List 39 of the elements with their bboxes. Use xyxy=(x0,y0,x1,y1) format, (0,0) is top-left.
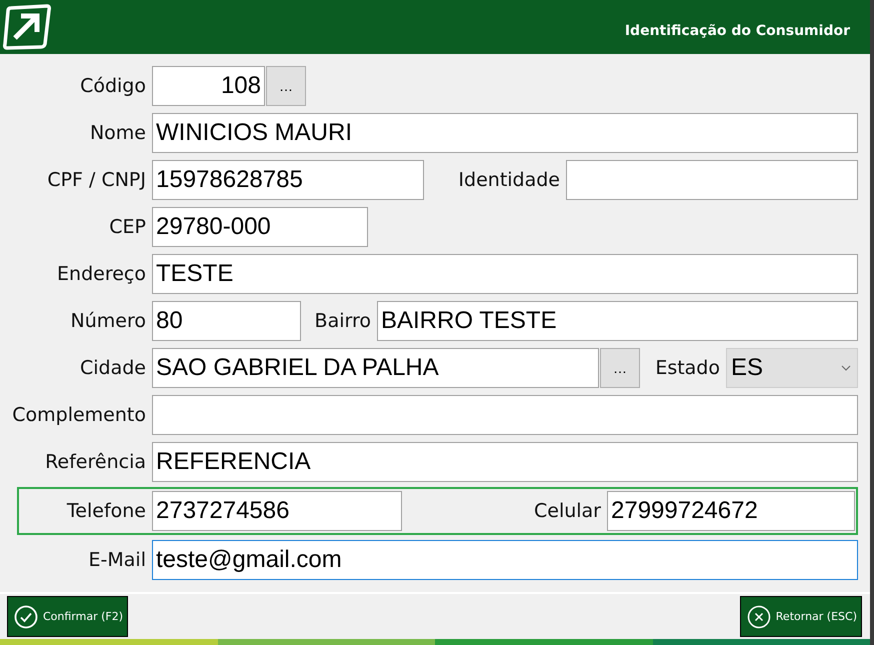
field-label: Estado xyxy=(654,357,721,379)
field-label: Código xyxy=(79,75,147,97)
return-button[interactable]: Retornar (ESC) xyxy=(740,596,862,637)
field-label: Celular xyxy=(532,500,602,522)
lookup-button[interactable]: … xyxy=(266,66,306,106)
telefone-field[interactable]: 2737274586 xyxy=(152,491,402,531)
numero-field[interactable]: 80 xyxy=(152,301,301,341)
state-dropdown[interactable]: ES xyxy=(726,348,858,388)
referencia-field[interactable]: REFERENCIA xyxy=(152,442,858,482)
field-label: Bairro xyxy=(314,310,372,332)
field-label: Cidade xyxy=(79,357,147,379)
field-label: Nome xyxy=(88,122,147,144)
arrow-logo-icon xyxy=(3,4,53,50)
check-circle-icon xyxy=(14,604,38,628)
email-field[interactable]: teste@gmail.com xyxy=(152,540,858,580)
complemento-field[interactable] xyxy=(152,395,858,435)
window-title: Identificação do Consumidor xyxy=(624,23,850,39)
field-label: E-Mail xyxy=(88,549,147,571)
field-label: Telefone xyxy=(66,500,147,522)
cep-field[interactable]: 29780-000 xyxy=(152,207,368,247)
field-label: CEP xyxy=(108,216,147,238)
lookup-button[interactable]: … xyxy=(600,348,640,388)
identidade-field[interactable] xyxy=(566,160,858,200)
caret-icon xyxy=(841,365,851,371)
field-label: Identidade xyxy=(457,169,561,191)
endereco-field[interactable]: TESTE xyxy=(152,254,858,294)
bairro-field[interactable]: BAIRRO TESTE xyxy=(377,301,858,341)
nome-field[interactable]: WINICIOS MAURI xyxy=(152,113,858,153)
code-field[interactable]: 108 xyxy=(152,66,265,106)
field-label: Complemento xyxy=(11,404,147,426)
city-field[interactable]: SAO GABRIEL DA PALHA xyxy=(152,348,599,388)
close-circle-icon xyxy=(746,604,771,628)
confirm-button[interactable]: Confirmar (F2) xyxy=(7,596,128,637)
field-label: Número xyxy=(70,310,147,332)
celular-field[interactable]: 27999724672 xyxy=(607,491,855,531)
cpf-field[interactable]: 15978628785 xyxy=(152,160,424,200)
field-label: CPF / CNPJ xyxy=(46,169,147,191)
field-label: Endereço xyxy=(56,263,147,285)
field-label: Referência xyxy=(44,451,147,473)
